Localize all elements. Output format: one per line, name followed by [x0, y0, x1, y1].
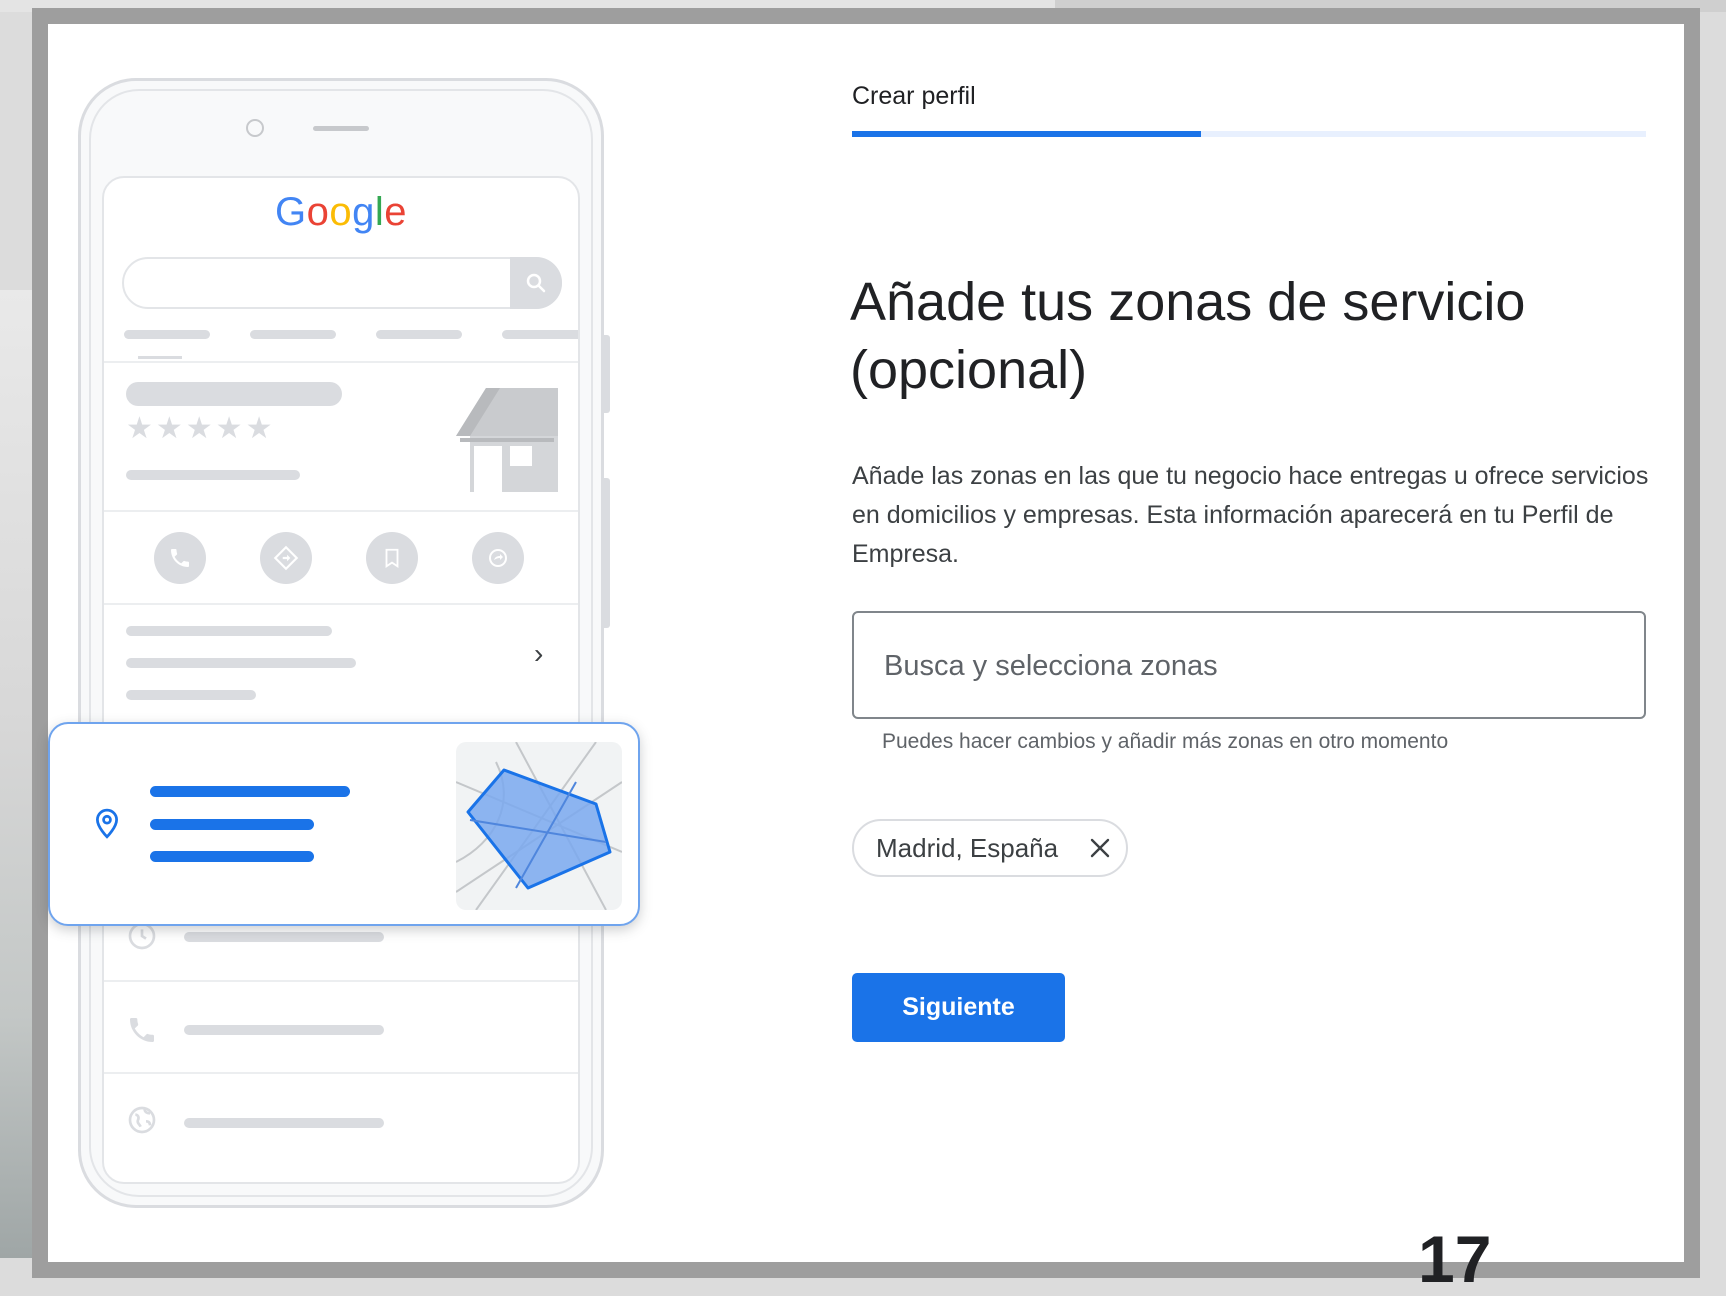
progress-bar: [852, 131, 1646, 137]
google-logo: Google: [104, 190, 578, 235]
page-number: 17: [1418, 1222, 1492, 1296]
google-logo-letter: e: [384, 190, 407, 234]
illustration-text-placeholder: [184, 932, 384, 942]
step-label: Crear perfil: [852, 82, 976, 110]
google-logo-letter: o: [329, 190, 353, 234]
directions-icon: [260, 532, 312, 584]
phone-side-button: [604, 335, 610, 413]
progress-bar-fill: [852, 131, 1202, 137]
illustration-text-placeholder: [150, 819, 314, 830]
illustration-text-placeholder: [126, 690, 256, 700]
illustration-text-placeholder: [184, 1118, 384, 1128]
illustration-tab: [502, 330, 578, 339]
service-area-search-input[interactable]: [882, 613, 1606, 719]
illustration-text-placeholder: [126, 626, 332, 636]
illustration-divider: [104, 510, 578, 512]
service-area-chip: Madrid, España: [852, 819, 1128, 877]
page-title: Añade tus zonas de servicio (opcional): [850, 272, 1526, 401]
google-logo-letter: g: [352, 190, 375, 234]
bookmark-icon: [366, 532, 418, 584]
storefront-icon: [456, 388, 564, 497]
illustration-tab: [124, 330, 210, 339]
phone-camera: [246, 119, 264, 137]
illustration-text-placeholder: [150, 851, 314, 862]
chevron-right-icon: ›: [534, 638, 544, 669]
search-icon: [510, 257, 562, 309]
chip-label: Madrid, España: [876, 832, 1059, 863]
illustration-text-placeholder: [184, 1025, 384, 1035]
google-logo-letter: l: [374, 190, 385, 234]
phone-screen: Google ★★★★★ ›: [102, 176, 580, 1184]
share-icon: [472, 532, 524, 584]
google-logo-letter: G: [274, 190, 307, 234]
service-area-search-field[interactable]: [852, 611, 1646, 719]
illustration-divider: [104, 361, 578, 363]
illustration-divider: [104, 603, 578, 605]
illustration-tab-indicator: [138, 356, 182, 359]
search-helper-text: Puedes hacer cambios y añadir más zonas …: [882, 730, 1449, 753]
page-description: Añade las zonas en las que tu negocio ha…: [852, 462, 1649, 568]
illustration-text-placeholder: [126, 658, 356, 668]
google-logo-letter: o: [306, 190, 330, 234]
service-area-card-illustration: [48, 722, 640, 926]
illustration-business-name-placeholder: [126, 382, 342, 406]
next-button[interactable]: Siguiente: [852, 973, 1065, 1042]
close-icon[interactable]: [1088, 836, 1112, 860]
illustration-text-placeholder: [150, 786, 350, 797]
illustration-divider: [104, 1072, 578, 1074]
illustration-divider: [104, 980, 578, 982]
globe-icon: [126, 1104, 158, 1141]
illustration-search-box: [122, 257, 562, 309]
illustration-tab: [376, 330, 462, 339]
phone-side-button: [604, 478, 610, 628]
phone-icon: [154, 532, 206, 584]
rating-stars: ★★★★★: [126, 412, 276, 445]
phone-icon: [126, 1014, 158, 1051]
service-area-map: [456, 742, 622, 910]
map-pin-icon: [94, 808, 120, 845]
phone-speaker: [313, 126, 369, 131]
illustration-tab: [250, 330, 336, 339]
illustration-text-placeholder: [126, 470, 300, 480]
